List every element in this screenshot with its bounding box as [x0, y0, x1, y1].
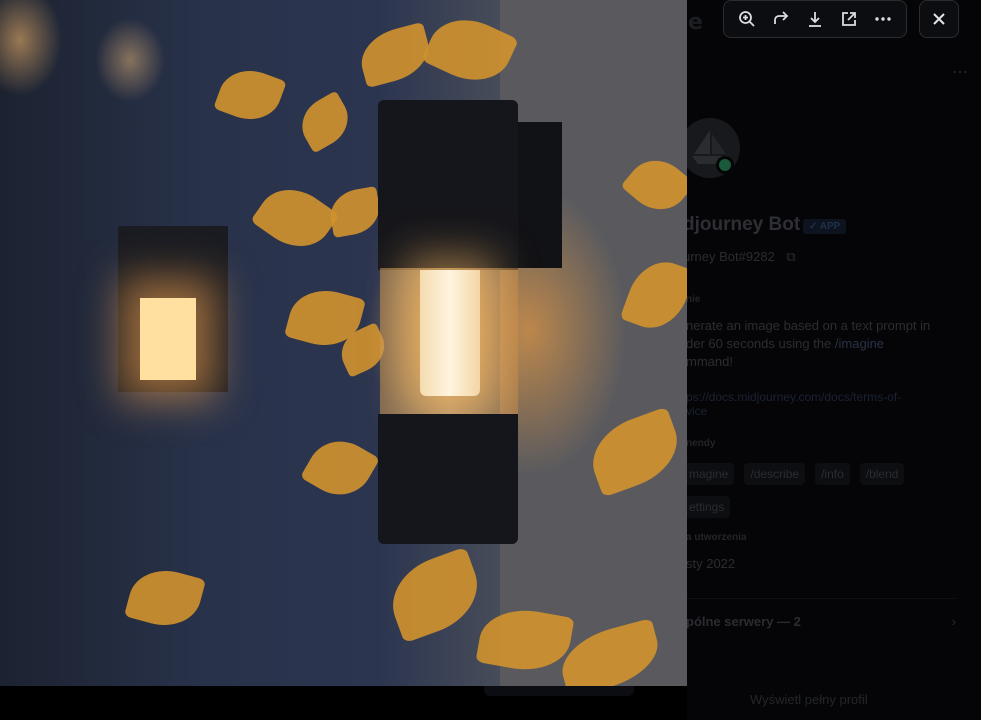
profile-more-icon[interactable]: ⋯: [952, 62, 968, 82]
image-footer-strip: [484, 686, 634, 696]
close-icon: [933, 13, 945, 25]
bot-handle-text: urney Bot#9282: [683, 249, 775, 264]
about-line-2: der 60 seconds using the: [686, 336, 835, 351]
lamp-bracket: [516, 122, 562, 268]
background-lamp: [118, 226, 228, 392]
bot-handle: urney Bot#9282 ⧉: [683, 249, 796, 265]
command-chip-imagine[interactable]: magine: [683, 463, 735, 485]
close-button[interactable]: [919, 0, 959, 38]
terms-link-line-2: vice: [686, 404, 708, 418]
mutual-servers-label: pólne serwery — 2: [686, 613, 801, 629]
terms-link-line-1: ps://docs.midjourney.com/docs/terms-of-: [686, 390, 902, 404]
online-status-icon: [716, 156, 734, 174]
zoom-in-icon[interactable]: [732, 4, 762, 34]
command-chip-info[interactable]: /info: [815, 463, 850, 485]
commands-list: magine /describe /info /blend: [683, 463, 905, 485]
command-chip-settings[interactable]: ettings: [683, 496, 731, 518]
about-text: nerate an image based on a text prompt i…: [686, 317, 946, 371]
created-date: sty 2022: [686, 556, 736, 571]
chevron-right-icon: ›: [951, 613, 956, 629]
about-line-1: nerate an image based on a text prompt i…: [686, 318, 931, 333]
avatar: [680, 118, 740, 178]
lamp-top: [378, 100, 518, 270]
more-icon[interactable]: [868, 4, 898, 34]
mutual-servers-row[interactable]: pólne serwery — 2 ›: [686, 598, 956, 643]
view-full-profile-button[interactable]: Wyświetl pełny profil: [750, 692, 868, 707]
about-command[interactable]: /imagine: [835, 336, 884, 351]
about-label: nie: [686, 294, 701, 305]
lamp-bulb: [420, 270, 480, 396]
lightbox-image[interactable]: [0, 0, 687, 686]
bot-name: djourney Bot: [683, 214, 801, 235]
commands-label: nendy: [686, 438, 716, 449]
top-letter: e: [688, 10, 703, 35]
stucco-wall: [500, 0, 687, 686]
created-label: a utworzenia: [686, 532, 747, 543]
about-line-3: mmand!: [686, 354, 733, 369]
terms-link[interactable]: ps://docs.midjourney.com/docs/terms-of- …: [686, 390, 901, 418]
command-chip-describe[interactable]: /describe: [744, 463, 806, 485]
command-chip-blend[interactable]: /blend: [859, 463, 905, 485]
settings-chip-wrap: ettings: [683, 496, 731, 518]
lamp-bottom: [378, 414, 518, 544]
image-toolbar: [723, 0, 907, 38]
download-icon[interactable]: [800, 4, 830, 34]
copy-tag-icon[interactable]: ⧉: [786, 249, 795, 264]
forward-icon[interactable]: [766, 4, 796, 34]
open-external-icon[interactable]: [834, 4, 864, 34]
app-badge: ✓ APP: [803, 219, 847, 234]
